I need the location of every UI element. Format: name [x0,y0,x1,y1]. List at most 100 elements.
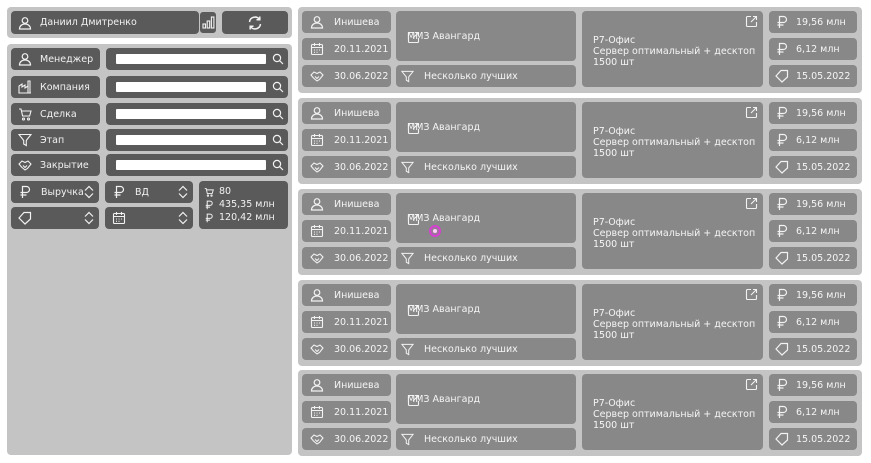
analytics-button[interactable] [199,11,217,34]
external-link-icon[interactable] [745,288,758,301]
tag-select[interactable] [11,207,99,229]
card-manager: Инишева [302,193,391,215]
company-input[interactable] [116,82,266,92]
filter-company-label: Компания [11,76,100,98]
revenue-select[interactable]: Выручка [11,181,99,203]
card-company: ММЗ Авангард [396,102,576,152]
external-link-icon[interactable] [407,394,420,407]
deal-card[interactable]: Инишева 20.11.2021 30.06.2022 ММЗ Аванга… [298,189,862,275]
deal-card[interactable]: Инишева 20.11.2021 30.06.2022 ММЗ Аванга… [298,280,862,366]
search-icon[interactable] [272,53,284,65]
card-created-date: 20.11.2021 [302,401,391,423]
search-icon[interactable] [272,108,284,120]
card-manager: Инишева [302,11,391,33]
external-link-icon[interactable] [407,31,420,44]
ruble-icon [112,185,126,199]
sort-chevrons-icon [83,211,95,225]
search-icon[interactable] [272,134,284,146]
header-panel: Даниил Дмитренко [7,7,292,38]
card-created-date: 20.11.2021 [302,311,391,333]
card-created-date: 20.11.2021 [302,129,391,151]
external-link-icon[interactable] [407,304,420,317]
user-icon [310,378,324,392]
external-link-icon[interactable] [407,122,420,135]
tag-icon [775,342,789,356]
handshake-icon [310,342,324,356]
factory-icon [18,80,32,94]
filter-stage-label: Этап [11,129,100,151]
card-company: ММЗ Авангард [396,284,576,334]
currency-select[interactable]: ВД [105,181,193,203]
ruble-icon [775,378,789,392]
ruble-icon [775,197,789,211]
card-date: 15.05.2022 [769,428,857,450]
refresh-button[interactable] [222,11,288,34]
external-link-icon[interactable] [745,378,758,391]
card-margin: 6,12 млн [769,129,857,151]
search-icon[interactable] [272,159,284,171]
external-link-icon[interactable] [745,197,758,210]
ruble-icon [775,133,789,147]
deal-input[interactable] [116,109,266,119]
user-icon [310,197,324,211]
card-created-date: 20.11.2021 [302,38,391,60]
cursor-indicator [429,225,441,237]
closing-input[interactable] [116,160,266,170]
card-deal-text: Р7-Офис Сервер оптимальный + десктоп 150… [593,398,756,431]
card-closing-date: 30.06.2022 [302,247,391,269]
card-revenue: 19,56 млн [769,284,857,306]
ruble-icon [775,405,789,419]
filter-deal-label: Сделка [11,103,100,125]
deal-card[interactable]: Инишева 20.11.2021 30.06.2022 ММЗ Аванга… [298,370,862,456]
summary-total: 435,35 млн [219,199,275,210]
stage-input[interactable] [116,135,266,145]
sort-chevrons-icon [177,211,189,225]
user-name: Даниил Дмитренко [40,17,137,28]
filter-manager-label: Менеджер [11,48,100,70]
handshake-icon [310,251,324,265]
filter-deal-field [106,103,288,125]
card-closing-date: 30.06.2022 [302,428,391,450]
external-link-icon[interactable] [745,15,758,28]
card-company: ММЗ Авангард [396,374,576,424]
summary-total-row: 435,35 млн [204,199,275,210]
card-date: 15.05.2022 [769,247,857,269]
filter-manager-field [106,48,288,70]
filter-stage-field [106,129,288,151]
funnel-icon [400,252,415,265]
card-deal: Р7-Офис Сервер оптимальный + десктоп 150… [582,193,763,269]
card-margin: 6,12 млн [769,38,857,60]
card-deal: Р7-Офис Сервер оптимальный + десктоп 150… [582,102,763,178]
user-icon [310,106,324,120]
bar-chart-icon [201,16,215,29]
card-revenue: 19,56 млн [769,193,857,215]
handshake-icon [18,158,32,172]
user-chip[interactable]: Даниил Дмитренко [11,11,199,34]
card-company: ММЗ Авангард [396,193,576,243]
card-date: 15.05.2022 [769,65,857,87]
ruble-icon [18,185,32,199]
deal-card[interactable]: Инишева 20.11.2021 30.06.2022 ММЗ Аванга… [298,7,862,93]
external-link-icon[interactable] [745,106,758,119]
summary-secondary: 120,42 млн [219,212,275,223]
card-deal-text: Р7-Офис Сервер оптимальный + десктоп 150… [593,308,756,341]
deal-card[interactable]: Инишева 20.11.2021 30.06.2022 ММЗ Аванга… [298,98,862,184]
tag-icon [775,69,789,83]
card-deal: Р7-Офис Сервер оптимальный + десктоп 150… [582,374,763,450]
date-select[interactable] [105,207,193,229]
summary-secondary-row: 120,42 млн [204,212,275,223]
card-margin: 6,12 млн [769,311,857,333]
external-link-icon[interactable] [407,213,420,226]
calendar-icon [310,405,324,419]
summary-count: 80 [219,186,232,197]
search-icon[interactable] [272,81,284,93]
card-deal-text: Р7-Офис Сервер оптимальный + десктоп 150… [593,217,756,250]
manager-input[interactable] [116,54,266,64]
filter-closing-field [106,154,288,176]
card-stage: Несколько лучших [396,428,576,450]
ruble-icon [204,200,214,210]
card-created-date: 20.11.2021 [302,220,391,242]
ruble-icon [775,15,789,29]
refresh-icon [247,15,263,31]
card-manager: Инишева [302,102,391,124]
